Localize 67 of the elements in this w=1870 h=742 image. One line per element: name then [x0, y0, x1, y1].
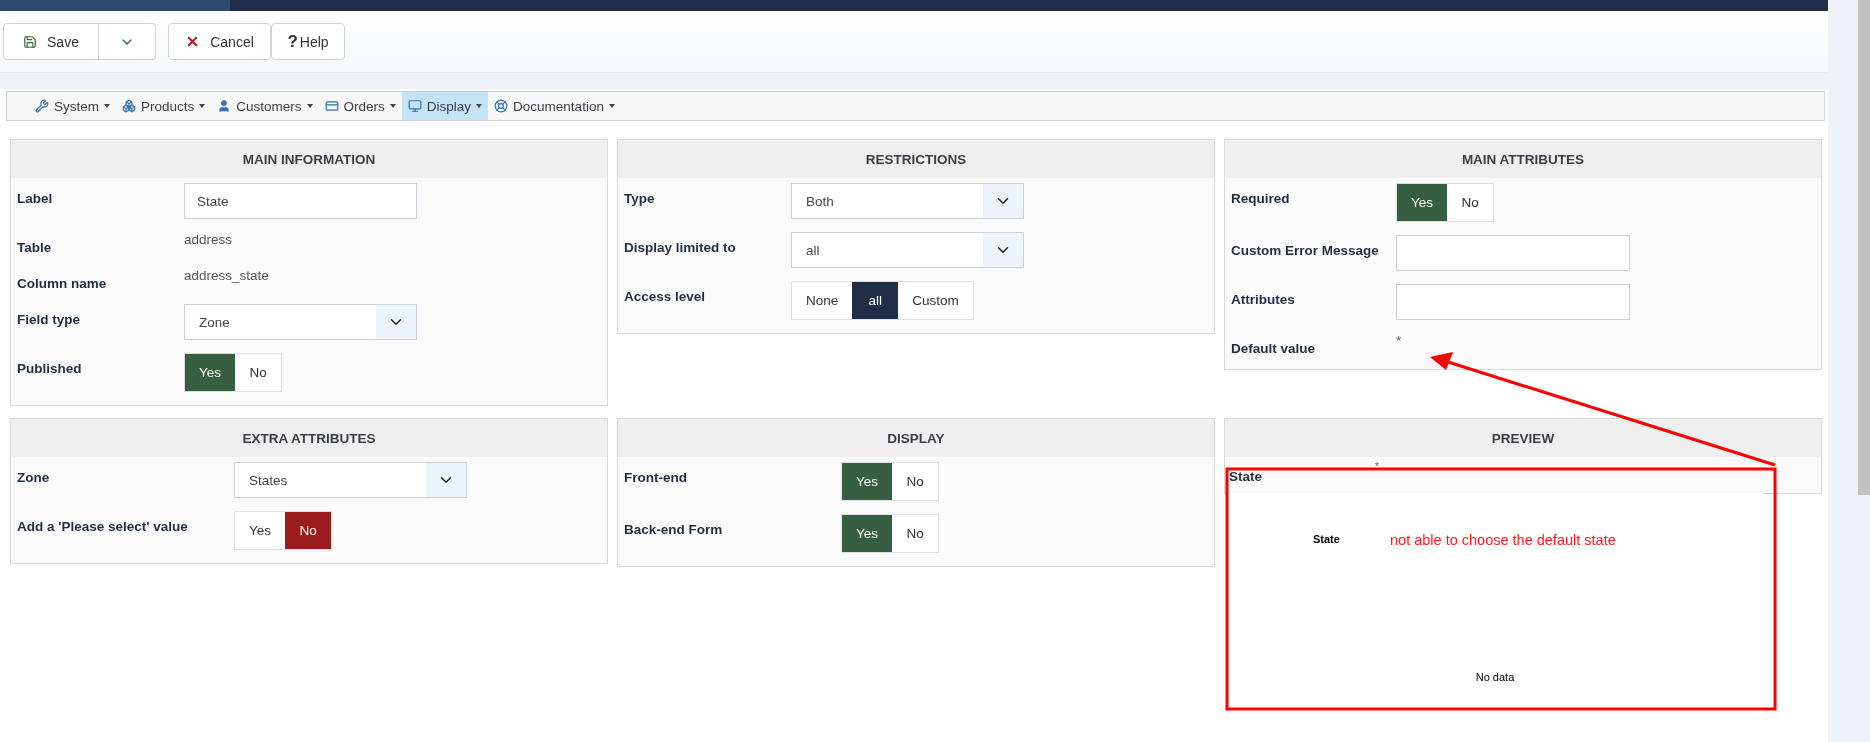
panel-title: MAIN INFORMATION: [11, 140, 607, 178]
field-label: Zone: [17, 469, 51, 485]
required-marker: *: [1375, 461, 1379, 472]
text-field[interactable]: State: [184, 183, 417, 219]
field-label: Type: [624, 190, 656, 206]
toggle-option[interactable]: Yes: [842, 463, 893, 500]
menu-item[interactable]: Orders: [318, 92, 402, 120]
caret-icon: [104, 104, 110, 108]
panel-title: RESTRICTIONS: [618, 140, 1214, 178]
field-label: Label: [17, 190, 54, 206]
select-field[interactable]: all: [791, 232, 1024, 268]
menu-item[interactable]: Products: [116, 92, 212, 120]
text-field[interactable]: [1396, 284, 1630, 320]
card-icon: [324, 99, 339, 113]
menu-item[interactable]: Documentation: [488, 92, 621, 120]
field-label: Default value: [1231, 340, 1317, 356]
dropdown-button[interactable]: [99, 23, 156, 60]
save-button[interactable]: Save: [3, 23, 99, 60]
wrench-icon: [35, 99, 49, 113]
field-value: address_state: [184, 268, 269, 283]
panel-title: PREVIEW: [1225, 419, 1821, 457]
menu-item[interactable]: Customers: [211, 92, 319, 120]
scrollbar-thumb[interactable]: [1858, 0, 1870, 495]
user-icon: [217, 99, 232, 113]
caret-icon: [389, 104, 396, 108]
field-label: Column name: [17, 275, 108, 291]
help-button[interactable]: ?Help: [271, 23, 345, 60]
field-value: *: [1396, 333, 1402, 348]
caret-icon: [608, 104, 615, 108]
field-label: Published: [17, 360, 83, 376]
field-label: Add a 'Please select' value: [17, 518, 189, 534]
popup-title: State: [1313, 533, 1340, 545]
save-icon: [23, 34, 38, 49]
field-label: Custom Error Message: [1231, 242, 1380, 258]
annotation-text: not able to choose the default state: [1390, 532, 1616, 548]
text-field[interactable]: [1396, 235, 1630, 271]
panel-title: MAIN ATTRIBUTES: [1225, 140, 1821, 178]
panel-title: EXTRA ATTRIBUTES: [11, 419, 607, 457]
select-field[interactable]: Zone: [184, 304, 417, 340]
field-label: State: [1229, 469, 1262, 484]
caret-icon: [476, 104, 483, 108]
field-label: Table: [17, 239, 53, 255]
select-field[interactable]: States: [234, 462, 467, 498]
empty-message: No data: [1474, 671, 1516, 683]
field-label: Front-end: [624, 469, 688, 485]
select-field[interactable]: Both: [791, 183, 1024, 219]
panel-title: DISPLAY: [618, 419, 1214, 457]
field-label: Display limited to: [624, 239, 737, 255]
cancel-button[interactable]: Cancel: [168, 23, 271, 60]
field-label: Required: [1231, 190, 1291, 206]
monitor-icon: [407, 99, 422, 113]
boxes-icon: [122, 99, 136, 113]
caret-icon: [306, 104, 313, 108]
field-label: Access level: [624, 288, 707, 304]
toggle-option[interactable]: No: [285, 512, 332, 549]
menu-item[interactable]: Display: [401, 92, 489, 120]
field-label: Attributes: [1231, 291, 1296, 307]
toggle-option[interactable]: all: [852, 282, 899, 319]
toggle-option[interactable]: Yes: [1397, 184, 1448, 221]
toggle-option[interactable]: Yes: [185, 354, 236, 391]
field-label: Field type: [17, 311, 81, 327]
caret-icon: [199, 104, 206, 108]
field-label: Back-end Form: [624, 521, 724, 537]
menu-item[interactable]: System: [29, 92, 116, 120]
field-value: address: [184, 232, 233, 247]
toggle-option[interactable]: Yes: [842, 515, 893, 552]
lifebuoy-icon: [494, 99, 509, 113]
